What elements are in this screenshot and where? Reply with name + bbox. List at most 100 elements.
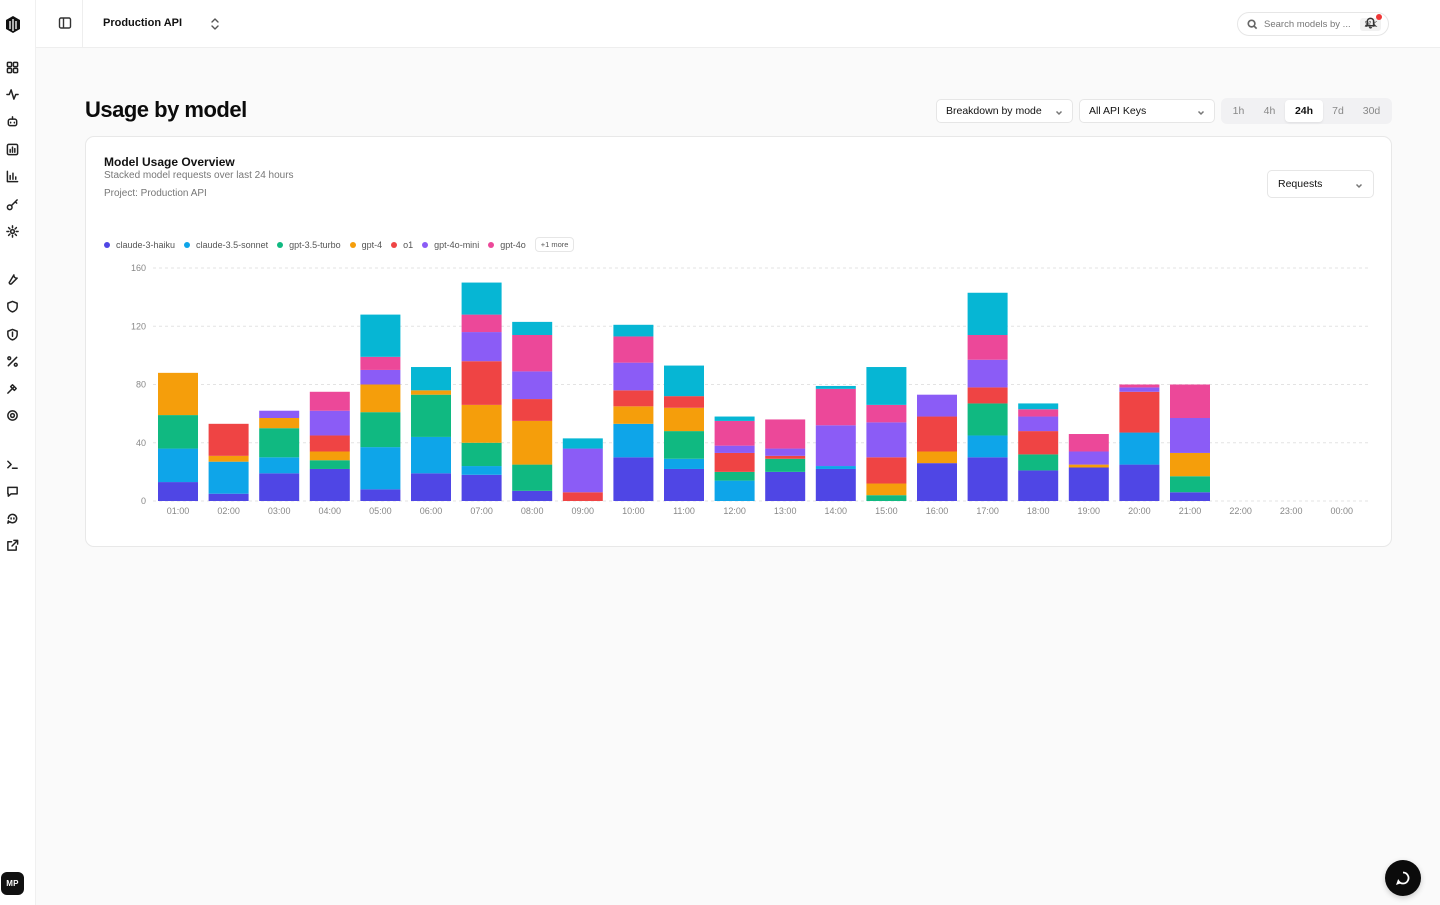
bar-segment-gpt-4o-mini[interactable] [613,362,654,391]
bar-segment-o1[interactable] [917,416,957,452]
bar-segment-claude-3-haiku[interactable] [1018,470,1059,501]
bar-segment-o1[interactable] [562,492,603,501]
message-icon[interactable] [5,484,19,498]
brand-logo-icon[interactable] [3,14,23,34]
bar-segment-gpt-4[interactable] [1068,464,1109,468]
bar-segment-claude-3-haiku[interactable] [512,490,553,501]
bar-segment-gpt-4o-mini[interactable] [562,448,603,493]
settings-icon[interactable] [5,224,19,238]
bar-segment-o1[interactable] [866,457,907,484]
bar-segment-gpt-4-turbo[interactable] [664,365,704,397]
bar-segment-gpt-4o-mini[interactable] [309,410,350,436]
bar-segment-claude-3-haiku[interactable] [158,482,198,501]
terminal-icon[interactable] [5,457,19,471]
range-24h-button[interactable]: 24h [1285,100,1323,122]
bar-segment-gpt-4-turbo[interactable] [360,314,401,357]
activity-icon[interactable] [5,87,19,101]
bar-segment-gpt-4[interactable] [866,483,907,496]
bar-segment-o1[interactable] [613,390,654,407]
cog-icon[interactable] [5,408,19,422]
bar-segment-claude-3.5-sonnet[interactable] [815,466,856,469]
bar-segment-claude-3-haiku[interactable] [765,471,806,501]
bar-segment-gpt-4[interactable] [208,455,249,462]
bar-segment-gpt-4o-mini[interactable] [461,332,502,362]
bar-segment-gpt-4[interactable] [613,406,654,424]
bar-segment-o1[interactable] [309,435,350,452]
percent-icon[interactable] [5,354,19,368]
shield-icon[interactable] [5,299,19,313]
bar-segment-gpt-4o[interactable] [309,391,350,411]
bar-segment-gpt-4-turbo[interactable] [714,416,755,421]
bar-segment-claude-3-haiku[interactable] [917,463,957,501]
bar-segment-gpt-4-turbo[interactable] [613,324,654,337]
bar-segment-gpt-4[interactable] [411,390,451,395]
bar-segment-gpt-4[interactable] [664,407,704,432]
bar-segment-claude-3-haiku[interactable] [411,473,451,501]
bar-segment-o1[interactable] [1018,431,1059,455]
bar-segment-gpt-4-turbo[interactable] [967,292,1008,335]
bar-segment-gpt-4o[interactable] [360,356,401,370]
bar-segment-gpt-3.5-turbo[interactable] [866,495,907,501]
bar-segment-o1[interactable] [208,423,249,456]
bar-segment-gpt-4o[interactable] [815,388,856,426]
bar-segment-gpt-4-turbo[interactable] [815,385,856,389]
range-7d-button[interactable]: 7d [1323,100,1353,122]
bar-segment-gpt-4o[interactable] [967,334,1008,360]
bar-segment-gpt-4o[interactable] [866,404,907,423]
bar-segment-gpt-4-turbo[interactable] [562,438,603,449]
bar-segment-claude-3.5-sonnet[interactable] [411,436,451,474]
bar-segment-gpt-4[interactable] [917,451,957,464]
bar-segment-gpt-4o[interactable] [1068,434,1109,452]
range-1h-button[interactable]: 1h [1223,100,1254,122]
bar-segment-claude-3-haiku[interactable] [967,457,1008,501]
bar-segment-gpt-4o[interactable] [714,420,755,446]
bar-segment-claude-3-haiku[interactable] [461,474,502,501]
bot-icon[interactable] [5,114,19,128]
bar-segment-gpt-4-turbo[interactable] [461,282,502,315]
wrench-icon[interactable] [5,272,19,286]
bar-segment-o1[interactable] [664,396,704,408]
bar-segment-claude-3.5-sonnet[interactable] [714,480,755,501]
bar-segment-gpt-3.5-turbo[interactable] [309,460,350,469]
analytics-icon[interactable] [5,169,19,183]
bar-segment-claude-3-haiku[interactable] [208,493,249,501]
bar-segment-gpt-3.5-turbo[interactable] [1170,476,1210,493]
bar-segment-claude-3-haiku[interactable] [360,489,401,501]
bar-segment-claude-3-haiku[interactable] [1068,467,1109,501]
panel-toggle-icon[interactable] [58,16,72,30]
bar-segment-claude-3.5-sonnet[interactable] [461,466,502,475]
bar-segment-o1[interactable] [512,399,553,421]
bar-segment-gpt-4o-mini[interactable] [1119,387,1160,392]
range-30d-button[interactable]: 30d [1353,100,1390,122]
bar-segment-gpt-4o-mini[interactable] [360,369,401,385]
bar-segment-o1[interactable] [461,361,502,405]
bar-segment-gpt-3.5-turbo[interactable] [967,403,1008,436]
bar-segment-gpt-4o[interactable] [512,334,553,372]
key-icon[interactable] [5,197,19,211]
user-avatar[interactable]: MP [1,872,24,895]
bar-segment-o1[interactable] [1119,391,1160,433]
bar-segment-gpt-4[interactable] [360,384,401,413]
bar-segment-gpt-4[interactable] [1170,452,1210,477]
search-input[interactable] [1264,18,1356,30]
bar-segment-gpt-4-turbo[interactable] [411,367,451,391]
dashboard-icon[interactable] [5,60,19,74]
bar-segment-gpt-3.5-turbo[interactable] [461,442,502,467]
bar-segment-claude-3.5-sonnet[interactable] [967,435,1008,458]
bar-segment-o1[interactable] [714,452,755,472]
bar-segment-gpt-4o-mini[interactable] [815,425,856,467]
bar-segment-gpt-3.5-turbo[interactable] [158,415,198,449]
bar-segment-o1[interactable] [967,387,1008,404]
bar-segment-gpt-4o[interactable] [461,314,502,333]
bar-segment-gpt-4-turbo[interactable] [512,321,553,335]
bar-segment-claude-3-haiku[interactable] [1119,464,1160,501]
bar-segment-claude-3-haiku[interactable] [664,468,704,501]
bar-segment-gpt-3.5-turbo[interactable] [765,458,806,472]
bar-segment-claude-3-haiku[interactable] [1170,492,1210,501]
bar-segment-gpt-3.5-turbo[interactable] [512,464,553,491]
bar-segment-gpt-4o[interactable] [1119,384,1160,388]
bar-segment-gpt-3.5-turbo[interactable] [1018,454,1059,471]
bar-segment-gpt-4o-mini[interactable] [1018,416,1059,432]
bar-segment-gpt-4-turbo[interactable] [1018,403,1059,410]
bar-segment-gpt-4[interactable] [309,451,350,461]
